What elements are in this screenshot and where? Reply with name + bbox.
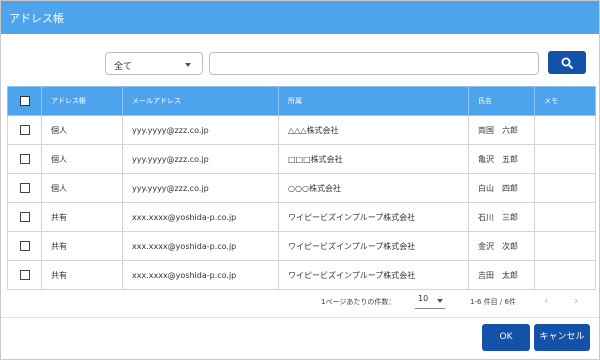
search-button[interactable]: [548, 51, 586, 74]
pagination-bar: 1ページあたりの件数： 10 1-6 件目 / 6件 ‹ ›: [1, 289, 599, 313]
column-header-memo[interactable]: メモ: [534, 86, 596, 116]
cell-organization: ワイピービズインプループ株式会社: [278, 231, 469, 261]
footer-divider: [1, 317, 599, 318]
filter-selected-value: 全て: [114, 62, 133, 72]
row-checkbox[interactable]: [19, 270, 30, 280]
cell-memo: [534, 260, 596, 290]
search-icon: [561, 57, 573, 69]
cell-email: xxx.xxxx@yoshida-p.co.jp: [122, 231, 279, 261]
table-header-row: アドレス帳 メールアドレス 所属 氏名 メモ: [7, 86, 596, 116]
cell-memo: [534, 115, 596, 145]
row-select-cell: [7, 231, 42, 261]
ok-button[interactable]: OK: [482, 324, 530, 351]
row-checkbox[interactable]: [19, 125, 30, 135]
caret-down-icon: [437, 299, 443, 303]
cell-memo: [534, 231, 596, 261]
cell-name: 白山 四郎: [468, 173, 535, 203]
column-header-name[interactable]: 氏名: [468, 86, 535, 116]
row-select-cell: [7, 260, 42, 290]
cell-name: 両国 六郎: [468, 115, 535, 145]
row-select-cell: [7, 144, 42, 174]
per-page-value: 10: [418, 294, 429, 303]
dialog-title: アドレス帳: [9, 12, 64, 25]
row-select-cell: [7, 202, 42, 232]
cell-address-book: 共有: [41, 260, 123, 290]
cell-email: xxx.xxxx@yoshida-p.co.jp: [122, 260, 279, 290]
cell-name: 亀沢 五郎: [468, 144, 535, 174]
cell-memo: [534, 202, 596, 232]
row-select-cell: [7, 173, 42, 203]
cell-name: 吉田 太郎: [468, 260, 535, 290]
cell-address-book: 個人: [41, 144, 123, 174]
cancel-button[interactable]: キャンセル: [534, 324, 590, 351]
cell-address-book: 共有: [41, 202, 123, 232]
table-row[interactable]: 共有 xxx.xxxx@yoshida-p.co.jp ワイピービズインプループ…: [7, 231, 596, 261]
search-input[interactable]: [209, 52, 539, 75]
cell-email: yyy.yyyy@zzz.co.jp: [122, 144, 279, 174]
address-book-dialog: アドレス帳 全て アドレス帳 メールアドレス 所属 氏名 メモ 個人 yyy.y…: [0, 0, 600, 360]
per-page-label: 1ページあたりの件数：: [321, 298, 396, 306]
caret-down-icon: [185, 63, 191, 67]
cell-email: yyy.yyyy@zzz.co.jp: [122, 173, 279, 203]
cell-memo: [534, 144, 596, 174]
table-row[interactable]: 個人 yyy.yyyy@zzz.co.jp ○○○株式会社 白山 四郎: [7, 173, 596, 203]
cell-email: xxx.xxxx@yoshida-p.co.jp: [122, 202, 279, 232]
table-row[interactable]: 共有 xxx.xxxx@yoshida-p.co.jp ワイピービズインプループ…: [7, 202, 596, 232]
cell-organization: △△△株式会社: [278, 115, 469, 145]
select-all-checkbox[interactable]: [19, 96, 30, 106]
chevron-right-icon[interactable]: ›: [574, 294, 578, 307]
column-header-organization[interactable]: 所属: [278, 86, 469, 116]
page-range-text: 1-6 件目 / 6件: [470, 298, 516, 306]
cell-name: 金沢 次郎: [468, 231, 535, 261]
table-row[interactable]: 共有 xxx.xxxx@yoshida-p.co.jp ワイピービズインプループ…: [7, 260, 596, 290]
cell-organization: ○○○株式会社: [278, 173, 469, 203]
per-page-select[interactable]: 10: [415, 293, 445, 309]
row-checkbox[interactable]: [19, 154, 30, 164]
cell-address-book: 個人: [41, 173, 123, 203]
cell-name: 石川 三郎: [468, 202, 535, 232]
table-row[interactable]: 個人 yyy.yyyy@zzz.co.jp □□□株式会社 亀沢 五郎: [7, 144, 596, 174]
cell-organization: ワイピービズインプループ株式会社: [278, 260, 469, 290]
row-select-cell: [7, 115, 42, 145]
row-checkbox[interactable]: [19, 183, 30, 193]
row-checkbox[interactable]: [19, 212, 30, 222]
table-row[interactable]: 個人 yyy.yyyy@zzz.co.jp △△△株式会社 両国 六郎: [7, 115, 596, 145]
cell-organization: ワイピービズインプループ株式会社: [278, 202, 469, 232]
address-table: アドレス帳 メールアドレス 所属 氏名 メモ 個人 yyy.yyyy@zzz.c…: [7, 86, 596, 290]
cell-email: yyy.yyyy@zzz.co.jp: [122, 115, 279, 145]
row-checkbox[interactable]: [19, 241, 30, 251]
cell-memo: [534, 173, 596, 203]
address-book-filter-select[interactable]: 全て: [105, 52, 203, 75]
column-header-email[interactable]: メールアドレス: [122, 86, 279, 116]
title-bar: アドレス帳: [1, 1, 599, 34]
cell-address-book: 個人: [41, 115, 123, 145]
chevron-left-icon[interactable]: ‹: [544, 294, 548, 307]
select-all-cell: [7, 86, 42, 116]
column-header-address-book[interactable]: アドレス帳: [41, 86, 123, 116]
cell-organization: □□□株式会社: [278, 144, 469, 174]
cell-address-book: 共有: [41, 231, 123, 261]
